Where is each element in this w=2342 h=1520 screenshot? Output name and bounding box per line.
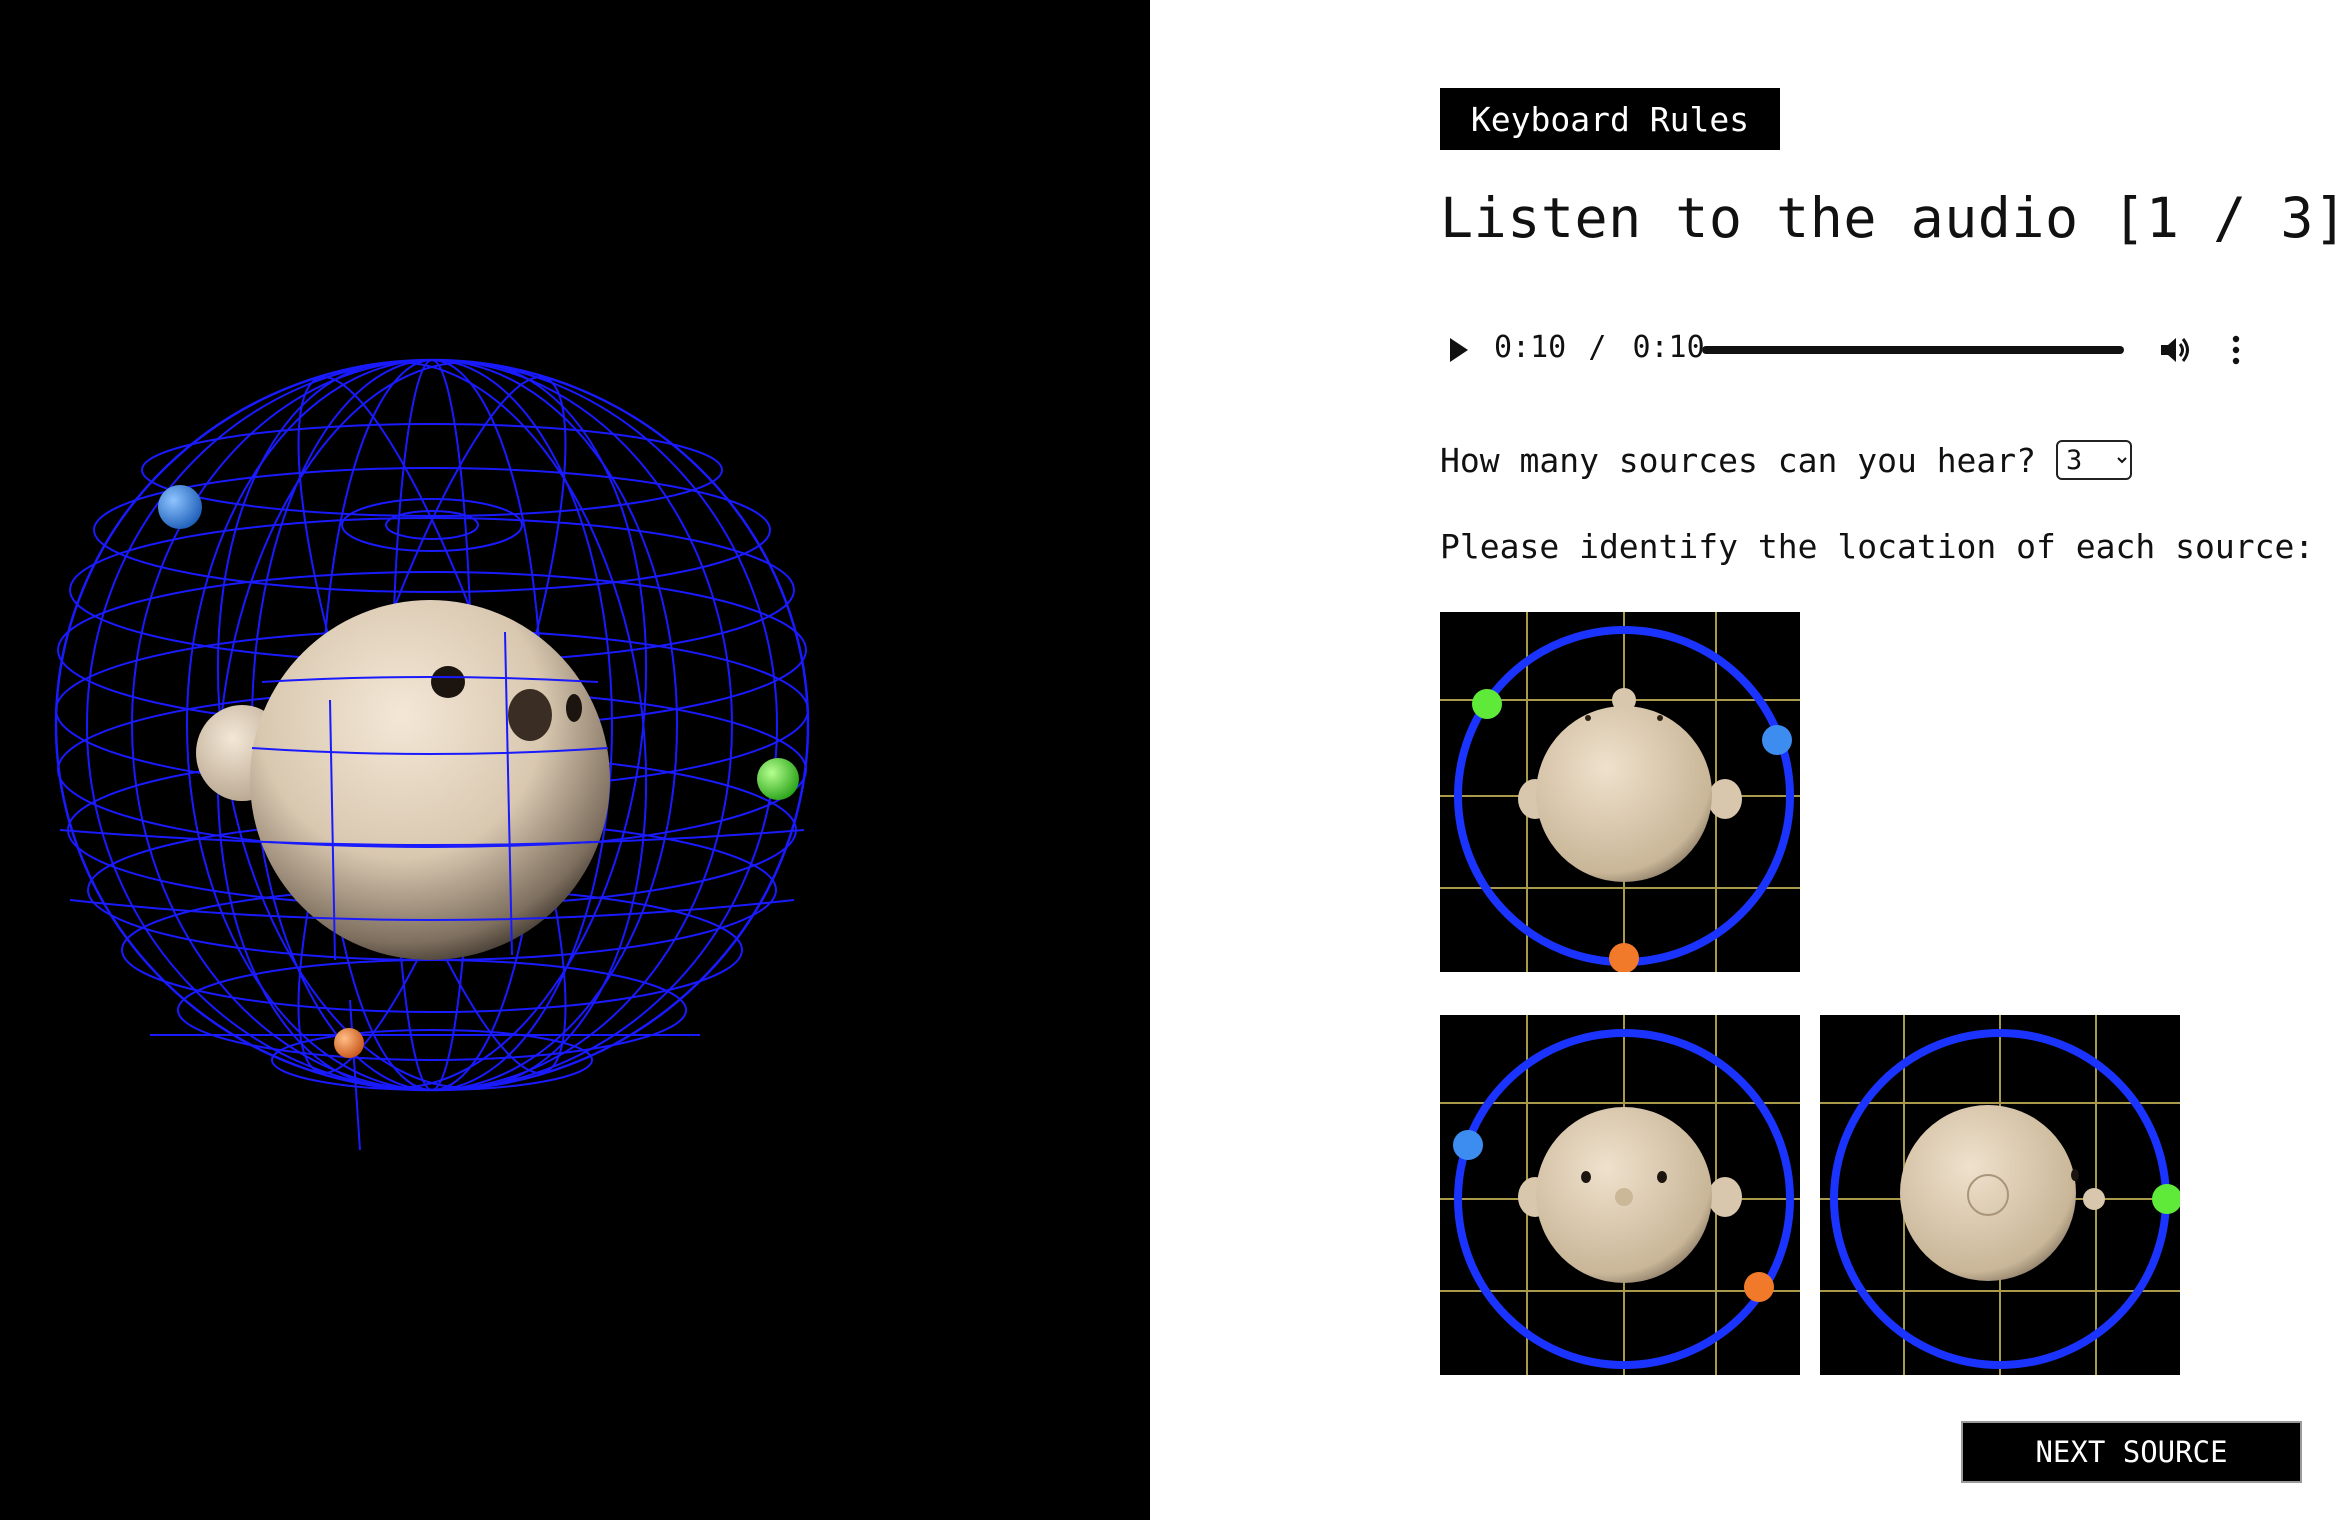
sources-question-row: How many sources can you hear? 3 (1440, 440, 2133, 480)
scene-3d-viewport[interactable] (0, 0, 1150, 1520)
head-side-view (1900, 1105, 2105, 1281)
control-panel: Keyboard Rules Listen to the audio [1 / … (1150, 0, 2342, 1520)
audio-player[interactable]: 0:10 / 0:10 (1440, 322, 2342, 378)
source-green-marker[interactable] (757, 758, 799, 800)
top-view-panel[interactable] (1440, 612, 1800, 972)
identify-prompt: Please identify the location of each sou… (1440, 527, 2315, 566)
head-front-view (1518, 1107, 1742, 1283)
volume-icon[interactable] (2155, 330, 2195, 370)
source-blue-marker[interactable] (158, 485, 202, 529)
source-blue-dot[interactable] (1453, 1130, 1483, 1160)
more-options-icon[interactable] (2222, 330, 2250, 370)
source-orange-dot[interactable] (1744, 1272, 1774, 1302)
source-orange-marker[interactable] (334, 1028, 364, 1058)
play-icon[interactable] (1440, 332, 1476, 368)
source-blue-dot[interactable] (1762, 725, 1792, 755)
next-source-button[interactable]: NEXT SOURCE (1961, 1421, 2302, 1483)
side-view-panel[interactable] (1820, 1015, 2180, 1375)
sources-count-select[interactable]: 3 (2056, 440, 2133, 480)
duration: 0:10 (1632, 330, 1705, 365)
page-title: Listen to the audio [1 / 3] (1440, 186, 2342, 250)
front-view-panel[interactable] (1440, 1015, 1800, 1375)
sources-question-label: How many sources can you hear? (1440, 440, 2037, 480)
time-display: 0:10 / 0:10 (1494, 330, 1705, 365)
source-orange-dot[interactable] (1609, 943, 1639, 972)
time-separator: / (1588, 330, 1607, 365)
current-time: 0:10 (1494, 330, 1567, 365)
seek-bar[interactable] (1702, 344, 2124, 356)
keyboard-rules-button[interactable]: Keyboard Rules (1440, 88, 1780, 150)
seek-progress (1702, 346, 2124, 354)
source-green-dot[interactable] (2152, 1184, 2180, 1214)
source-green-dot[interactable] (1472, 689, 1502, 719)
head-top-view (1518, 688, 1742, 882)
